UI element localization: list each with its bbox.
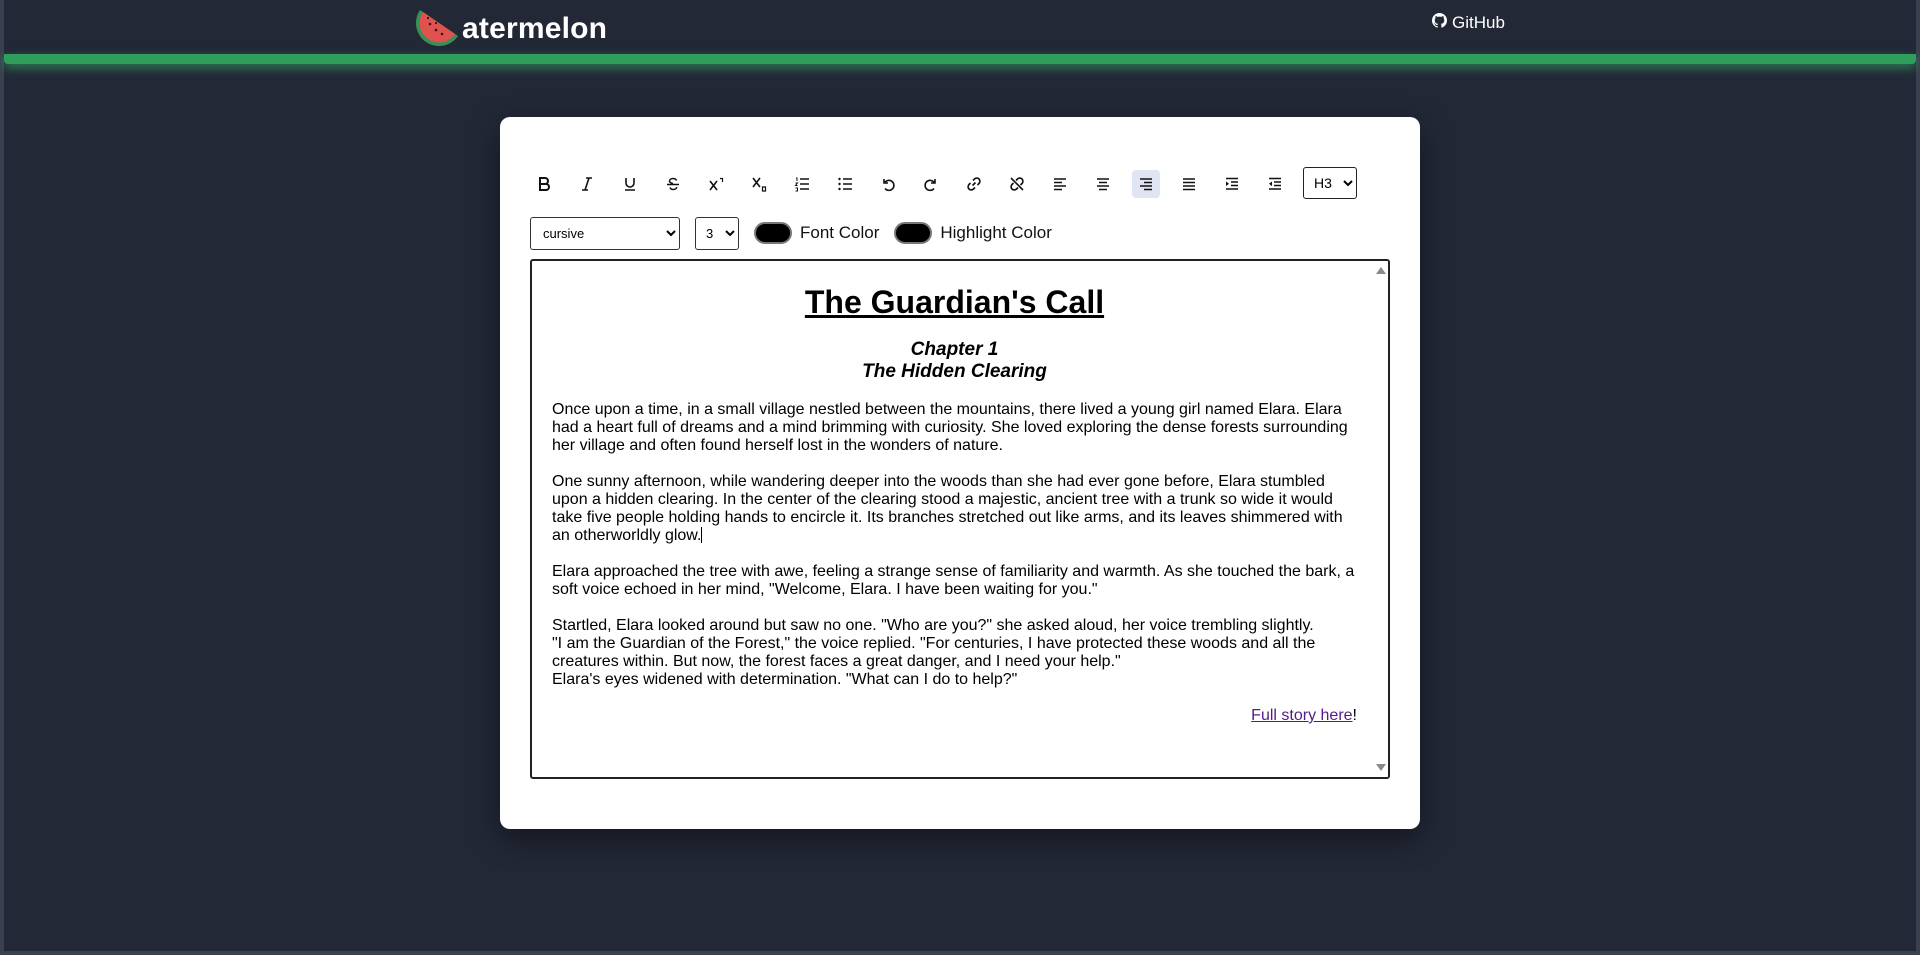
paragraph-4: Startled, Elara looked around but saw no…	[552, 617, 1357, 689]
undo-icon	[883, 179, 895, 192]
scroll-down-arrow-icon[interactable]	[1376, 764, 1386, 771]
font-color-label: Font Color	[800, 223, 880, 242]
logo-text: atermelon	[462, 11, 608, 45]
align-justify-icon	[1183, 178, 1195, 191]
editor-scrollbar[interactable]	[1374, 261, 1388, 777]
header-accent-line	[4, 54, 1916, 64]
underline-button[interactable]	[616, 170, 644, 198]
highlight-color-label: Highlight Color	[940, 223, 1052, 242]
editor-content[interactable]: The Guardian's Call Chapter 1 The Hidden…	[552, 271, 1357, 725]
paragraph-4-line-1: Startled, Elara looked around but saw no…	[552, 617, 1314, 634]
font-family-select[interactable]: cursive	[530, 216, 680, 250]
text-caret	[701, 527, 703, 543]
paragraph-2: One sunny afternoon, while wandering dee…	[552, 473, 1357, 545]
link-button[interactable]	[960, 170, 988, 198]
chapter-title: The Hidden Clearing	[862, 361, 1047, 382]
paragraph-4-line-2: "I am the Guardian of the Forest," the v…	[552, 635, 1316, 670]
indent-button[interactable]	[1218, 170, 1246, 198]
top-navigation-bar	[4, 0, 1916, 55]
align-center-button[interactable]	[1089, 170, 1117, 198]
rich-text-editor[interactable]: The Guardian's Call Chapter 1 The Hidden…	[530, 259, 1390, 779]
strikethrough-icon	[667, 177, 679, 191]
undo-button[interactable]	[874, 170, 902, 198]
chapter-heading: Chapter 1 The Hidden Clearing	[552, 339, 1357, 383]
subscript-button[interactable]	[745, 170, 773, 198]
paragraph-4-line-3: Elara's eyes widened with determination.…	[552, 671, 1018, 688]
watermelon-logo[interactable]: atermelon	[414, 2, 607, 55]
unordered-list-button[interactable]	[831, 170, 859, 198]
strikethrough-button[interactable]	[659, 170, 687, 198]
align-center-icon	[1097, 178, 1109, 191]
font-toolbar: cursive 3 Font Color Highlight Color	[530, 216, 1052, 250]
superscript-icon	[709, 177, 724, 191]
watermelon-icon	[414, 2, 462, 55]
paragraph-3: Elara approached the tree with awe, feel…	[552, 563, 1355, 598]
font-size-select[interactable]: 3	[695, 216, 739, 250]
align-right-icon	[1140, 178, 1152, 191]
bold-icon	[539, 177, 550, 191]
full-story-link[interactable]: Full story here	[1251, 707, 1352, 724]
superscript-button[interactable]	[702, 170, 730, 198]
ordered-list-button[interactable]	[788, 170, 816, 198]
ordered-list-icon	[794, 177, 809, 192]
github-link[interactable]: GitHub	[1432, 13, 1505, 33]
align-right-button[interactable]	[1132, 170, 1160, 198]
italic-icon	[582, 177, 592, 191]
italic-button[interactable]	[573, 170, 601, 198]
align-justify-button[interactable]	[1175, 170, 1203, 198]
link-icon	[967, 177, 981, 191]
unlink-button[interactable]	[1003, 170, 1031, 198]
github-label: GitHub	[1452, 13, 1505, 32]
subscript-icon	[752, 177, 767, 192]
highlight-color-picker[interactable]	[894, 222, 933, 244]
font-color-picker[interactable]	[754, 222, 792, 244]
align-left-button[interactable]	[1046, 170, 1074, 198]
scroll-up-arrow-icon[interactable]	[1376, 267, 1386, 274]
outdent-button[interactable]	[1261, 170, 1289, 198]
unordered-list-icon	[838, 177, 852, 191]
bold-button[interactable]	[530, 170, 558, 198]
paragraph-1: Once upon a time, in a small village nes…	[552, 401, 1348, 454]
heading-select[interactable]: H3	[1303, 167, 1357, 199]
full-story-line: Full story here!	[552, 707, 1357, 725]
paragraph-2-text: One sunny afternoon, while wandering dee…	[552, 473, 1343, 544]
unlink-icon	[1010, 177, 1024, 191]
underline-icon	[625, 178, 635, 191]
redo-icon	[924, 179, 936, 192]
align-left-icon	[1054, 178, 1066, 191]
outdent-icon	[1269, 177, 1281, 190]
full-story-suffix: !	[1352, 707, 1357, 724]
editor-card: H3 cursive 3 Font Color Highlight Color …	[500, 117, 1420, 829]
story-title: The Guardian's Call	[804, 284, 1105, 320]
indent-icon	[1226, 177, 1238, 190]
chapter-number: Chapter 1	[910, 339, 999, 360]
formatting-toolbar	[530, 167, 1304, 201]
redo-button[interactable]	[917, 170, 945, 198]
github-icon	[1432, 13, 1452, 33]
